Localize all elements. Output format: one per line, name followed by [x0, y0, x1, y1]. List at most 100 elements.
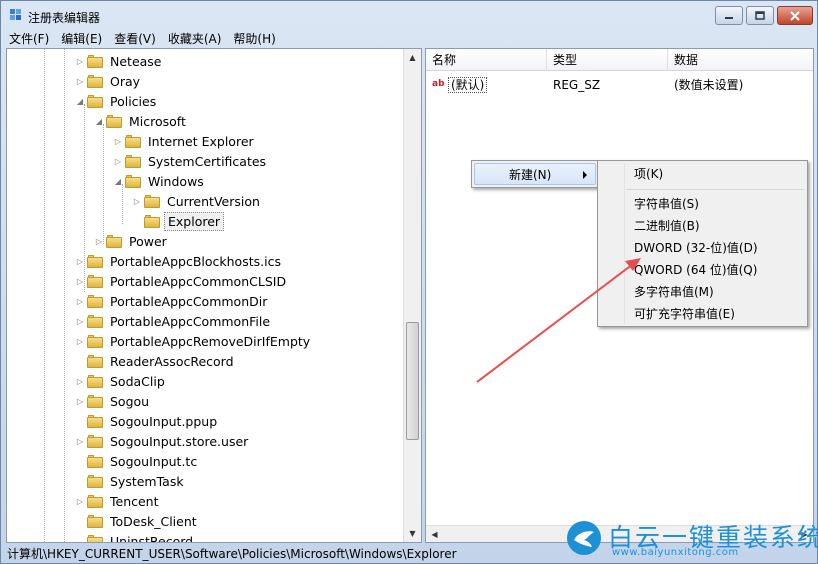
tree-item[interactable]: SogouInput.tc	[75, 451, 200, 471]
collapse-arrow-icon[interactable]: ◢	[94, 116, 104, 126]
expand-arrow-icon[interactable]: ▷	[113, 136, 123, 146]
context-menu-new[interactable]: 新建(N)	[474, 163, 596, 185]
scroll-down-arrow-icon[interactable]: ▼	[404, 525, 421, 542]
tree-item[interactable]: UninstRecord	[75, 531, 196, 542]
tree-item-label: Netease	[110, 53, 162, 69]
expand-arrow-icon[interactable]: ▷	[75, 436, 85, 446]
submenu-item-binary-value[interactable]: 二进制值(B)	[600, 215, 805, 237]
folder-icon	[87, 514, 103, 528]
window-title: 注册表编辑器	[28, 11, 101, 25]
expand-arrow-icon[interactable]: ▷	[75, 256, 85, 266]
tree-item-label: Tencent	[110, 493, 159, 509]
menu-bar: 文件(F) 编辑(E) 查看(V) 收藏夹(A) 帮助(H)	[3, 29, 815, 47]
expand-arrow-icon[interactable]	[75, 516, 85, 526]
tree-item[interactable]: ▷ PortableAppcCommonFile	[75, 311, 273, 331]
maximize-button[interactable]	[746, 6, 774, 25]
collapse-arrow-icon[interactable]: ◢	[75, 96, 85, 106]
tree-item[interactable]: ▷ Power	[94, 231, 170, 251]
tree-item[interactable]: ▷ PortableAppcCommonCLSID	[75, 271, 289, 291]
tree-item[interactable]: ToDesk_Client	[75, 511, 200, 531]
list-header: 名称 类型 数据	[426, 49, 813, 71]
menu-help[interactable]: 帮助(H)	[227, 29, 281, 47]
registry-tree-pane[interactable]: ▷ Netease ▷ Oray ◢ Policies ◢ Microsoft ▷ Interne…	[6, 48, 422, 543]
expand-arrow-icon[interactable]: ▷	[113, 156, 123, 166]
tree-item-label: SystemCertificates	[148, 153, 267, 169]
expand-arrow-icon[interactable]: ▷	[132, 196, 142, 206]
scrollbar-thumb[interactable]	[406, 322, 419, 440]
expand-arrow-icon[interactable]	[75, 416, 85, 426]
tree-item-label: Policies	[110, 93, 157, 109]
tree-item[interactable]: ▷ SodaClip	[75, 371, 168, 391]
scroll-left-arrow-icon[interactable]: ◀	[426, 526, 443, 542]
submenu-item-dword-value[interactable]: DWORD (32-位)值(D)	[600, 237, 805, 259]
tree-item[interactable]: ▷ SogouInput.store.user	[75, 431, 251, 451]
submenu-item-string-value[interactable]: 字符串值(S)	[600, 193, 805, 215]
menu-file[interactable]: 文件(F)	[3, 29, 55, 47]
expand-arrow-icon[interactable]: ▷	[75, 56, 85, 66]
menu-view[interactable]: 查看(V)	[108, 29, 162, 47]
column-header-type[interactable]: 类型	[547, 49, 668, 71]
expand-arrow-icon[interactable]	[75, 356, 85, 366]
folder-icon	[87, 294, 103, 308]
tree-item[interactable]: ◢ Windows	[113, 171, 207, 191]
tree-item[interactable]: ▷ Tencent	[75, 491, 162, 511]
tree-item[interactable]: SogouInput.ppup	[75, 411, 220, 431]
tree-item[interactable]: ◢ Policies	[75, 91, 159, 111]
expand-arrow-icon[interactable]	[132, 216, 142, 226]
expand-arrow-icon[interactable]: ▷	[75, 376, 85, 386]
submenu-item-key[interactable]: 项(K)	[600, 163, 805, 185]
menu-favorites[interactable]: 收藏夹(A)	[162, 29, 228, 47]
expand-arrow-icon[interactable]: ▷	[75, 336, 85, 346]
watermark-logo: 白云一键重装系统 www.baiyunxitong.com	[566, 518, 818, 562]
expand-arrow-icon[interactable]: ▷	[75, 276, 85, 286]
tree-item[interactable]: ReaderAssocRecord	[75, 351, 237, 371]
tree-item-label: ToDesk_Client	[110, 513, 197, 529]
folder-icon	[87, 254, 103, 268]
tree-item-label: CurrentVersion	[167, 193, 260, 209]
tree-item[interactable]: ▷ Oray	[75, 71, 143, 91]
tree-item[interactable]: ▷ SystemCertificates	[113, 151, 269, 171]
expand-arrow-icon[interactable]: ▷	[75, 316, 85, 326]
submenu-item-expandable-string-value[interactable]: 可扩充字符串值(E)	[600, 303, 805, 325]
tree-item[interactable]: Explorer	[132, 211, 225, 231]
string-value-icon: ab	[432, 79, 445, 89]
value-data: (数值未设置)	[674, 78, 744, 92]
tree-vertical-scrollbar[interactable]: ▲ ▼	[403, 49, 421, 542]
expand-arrow-icon[interactable]: ▷	[75, 76, 85, 86]
expand-arrow-icon[interactable]: ▷	[75, 496, 85, 506]
tree-item-label: SystemTask	[110, 473, 184, 489]
tree-item-label: Windows	[148, 173, 204, 189]
folder-icon	[87, 534, 103, 542]
tree-item[interactable]: ▷ PortableAppcRemoveDirIfEmpty	[75, 331, 313, 351]
folder-icon	[87, 434, 103, 448]
scroll-up-arrow-icon[interactable]: ▲	[404, 49, 421, 66]
tree-item[interactable]: ▷ Sogou	[75, 391, 152, 411]
tree-item[interactable]: ▷ Netease	[75, 51, 165, 71]
menu-edit[interactable]: 编辑(E)	[55, 29, 108, 47]
expand-arrow-icon[interactable]	[75, 456, 85, 466]
submenu-item-multi-string-value[interactable]: 多字符串值(M)	[600, 281, 805, 303]
tree-item[interactable]: ▷ PortableAppcCommonDir	[75, 291, 270, 311]
expand-arrow-icon[interactable]	[75, 536, 85, 542]
expand-arrow-icon[interactable]: ▷	[94, 236, 104, 246]
tree-item[interactable]: ◢ Microsoft	[94, 111, 189, 131]
tree-item[interactable]: ▷ CurrentVersion	[132, 191, 263, 211]
expand-arrow-icon[interactable]	[75, 476, 85, 486]
expand-arrow-icon[interactable]: ▷	[75, 296, 85, 306]
close-button[interactable]	[777, 6, 813, 25]
column-header-name[interactable]: 名称	[426, 49, 547, 71]
column-header-data[interactable]: 数据	[668, 49, 813, 71]
tree-item[interactable]: ▷ PortableAppcBlockhosts.ics	[75, 251, 284, 271]
minimize-button[interactable]	[715, 6, 743, 25]
submenu-arrow-icon	[583, 171, 587, 179]
value-row[interactable]: ab (默认) REG_SZ (数值未设置)	[426, 75, 813, 95]
title-bar[interactable]: 注册表编辑器	[1, 1, 817, 29]
tree-item[interactable]: SystemTask	[75, 471, 187, 491]
folder-icon	[87, 394, 103, 408]
submenu-item-qword-value[interactable]: QWORD (64 位)值(Q)	[600, 259, 805, 281]
collapse-arrow-icon[interactable]: ◢	[113, 176, 123, 186]
value-name: (默认)	[448, 77, 488, 93]
expand-arrow-icon[interactable]: ▷	[75, 396, 85, 406]
tree-item[interactable]: ▷ Internet Explorer	[113, 131, 257, 151]
folder-icon	[106, 234, 122, 248]
